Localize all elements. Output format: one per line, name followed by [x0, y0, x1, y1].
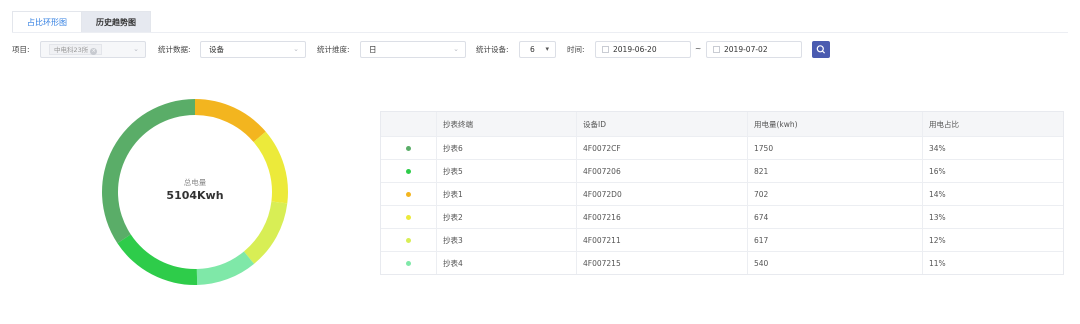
date-range-separator: ~ [695, 44, 702, 53]
chevron-down-icon: ⌄ [453, 45, 459, 53]
dimension-select-value: 日 [369, 45, 377, 54]
time-label: 时间: [567, 45, 585, 54]
row-terminal: 抄表2 [436, 206, 576, 228]
row-color-cell [381, 252, 436, 274]
dimension-select[interactable]: 日 ⌄ [360, 41, 466, 58]
donut-center-title: 总电量 [183, 178, 207, 187]
project-tag-text: 中电科23所 [54, 46, 89, 54]
table-row: 抄表4 4F007215 540 11% [381, 251, 1063, 274]
project-tag: 中电科23所 × [49, 44, 103, 55]
project-select[interactable]: 中电科23所 × ⌄ [40, 41, 146, 58]
chevron-down-icon: ⌄ [293, 45, 299, 53]
header-pct: 用电占比 [922, 112, 1063, 136]
row-device-id: 4F0072D0 [576, 183, 747, 205]
donut-slice[interactable] [102, 99, 195, 244]
row-pct: 14% [922, 183, 1063, 205]
row-terminal: 抄表1 [436, 183, 576, 205]
row-pct: 16% [922, 160, 1063, 182]
row-device-id: 4F007216 [576, 206, 747, 228]
row-device-id: 4F0072CF [576, 137, 747, 159]
row-kwh: 540 [747, 252, 922, 274]
table-row: 抄表3 4F007211 617 12% [381, 228, 1063, 251]
table-row: 抄表5 4F007206 821 16% [381, 159, 1063, 182]
tab-ratio-donut[interactable]: 占比环形图 [12, 11, 82, 33]
donut-slice[interactable] [196, 251, 255, 285]
dimension-label: 统计维度: [317, 45, 350, 54]
row-terminal: 抄表6 [436, 137, 576, 159]
device-select-value: 6 [530, 45, 535, 54]
row-kwh: 702 [747, 183, 922, 205]
end-date-input[interactable]: 2019-07-02 [706, 41, 802, 58]
search-icon [816, 45, 825, 54]
row-kwh: 617 [747, 229, 922, 251]
row-kwh: 821 [747, 160, 922, 182]
row-pct: 34% [922, 137, 1063, 159]
data-select[interactable]: 设备 ⌄ [200, 41, 306, 58]
row-kwh: 674 [747, 206, 922, 228]
legend-dot [406, 214, 411, 220]
row-terminal: 抄表5 [436, 160, 576, 182]
tab-divider [12, 32, 1068, 33]
header-terminal: 抄表终端 [436, 112, 576, 136]
device-select[interactable]: 6 ▾ [519, 41, 556, 58]
row-device-id: 4F007215 [576, 252, 747, 274]
calendar-icon [713, 46, 720, 53]
row-pct: 11% [922, 252, 1063, 274]
legend-dot [406, 168, 411, 174]
project-label: 项目: [12, 45, 30, 54]
legend-dot [406, 237, 411, 243]
table-row: 抄表1 4F0072D0 702 14% [381, 182, 1063, 205]
donut-center-total: 5104Kwh [166, 189, 224, 202]
row-terminal: 抄表3 [436, 229, 576, 251]
donut-slice[interactable] [195, 99, 266, 143]
row-color-cell [381, 229, 436, 251]
tab-history-trend[interactable]: 历史趋势图 [82, 11, 151, 33]
start-date-value: 2019-06-20 [613, 45, 657, 54]
start-date-input[interactable]: 2019-06-20 [595, 41, 691, 58]
row-terminal: 抄表4 [436, 252, 576, 274]
row-color-cell [381, 160, 436, 182]
table-row: 抄表2 4F007216 674 13% [381, 205, 1063, 228]
device-label: 统计设备: [476, 45, 509, 54]
legend-dot [406, 145, 411, 151]
chevron-down-icon: ⌄ [133, 45, 139, 53]
row-kwh: 1750 [747, 137, 922, 159]
data-label: 统计数据: [158, 45, 191, 54]
header-color [381, 112, 436, 136]
end-date-value: 2019-07-02 [724, 45, 768, 54]
donut-slice[interactable] [117, 234, 198, 285]
row-color-cell [381, 206, 436, 228]
row-pct: 13% [922, 206, 1063, 228]
table-header: 抄表终端 设备ID 用电量(kwh) 用电占比 [381, 112, 1063, 136]
search-button[interactable] [812, 41, 830, 58]
caret-down-icon: ▾ [545, 45, 549, 53]
calendar-icon [602, 46, 609, 53]
tab-bar: 占比环形图 历史趋势图 [12, 11, 151, 33]
row-pct: 12% [922, 229, 1063, 251]
legend-dot [406, 191, 411, 197]
row-device-id: 4F007211 [576, 229, 747, 251]
donut-slice[interactable] [243, 201, 288, 264]
meter-usage-table: 抄表终端 设备ID 用电量(kwh) 用电占比 抄表6 4F0072CF 1750 3… [380, 111, 1064, 275]
table-row: 抄表6 4F0072CF 1750 34% [381, 136, 1063, 159]
header-kwh: 用电量(kwh) [747, 112, 922, 136]
row-color-cell [381, 183, 436, 205]
header-device-id: 设备ID [576, 112, 747, 136]
legend-dot [406, 260, 411, 266]
filter-bar: 项目: 中电科23所 × ⌄ 统计数据: 设备 ⌄ 统计维度: 日 ⌄ 统计设备:… [0, 41, 1080, 58]
tag-remove-icon[interactable]: × [90, 48, 98, 55]
row-device-id: 4F007206 [576, 160, 747, 182]
data-select-value: 设备 [209, 45, 224, 54]
row-color-cell [381, 137, 436, 159]
